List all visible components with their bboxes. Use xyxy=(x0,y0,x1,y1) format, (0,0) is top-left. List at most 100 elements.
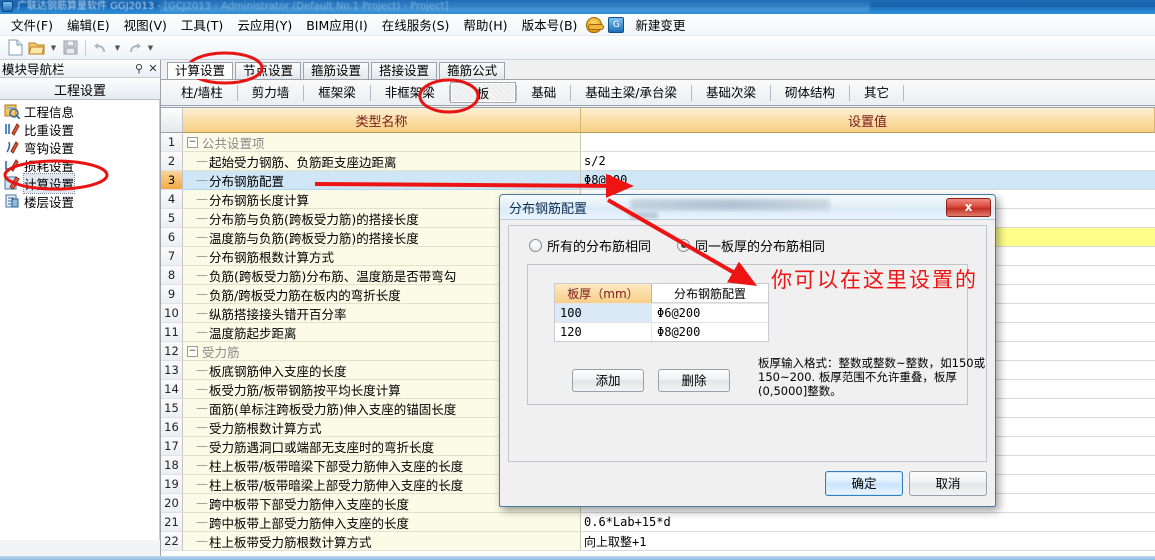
dialog-titlebar: 分布钢筋配置 x xyxy=(500,195,995,220)
row-number[interactable]: 3 xyxy=(161,171,183,190)
tree-collapse-icon[interactable]: − xyxy=(187,345,198,357)
row-number[interactable]: 20 xyxy=(161,494,183,513)
cancel-button[interactable]: 取消 xyxy=(909,471,987,496)
tree-branch-icon: — xyxy=(196,382,208,396)
menu-bim[interactable]: BIM应用(I) xyxy=(299,13,375,36)
menu-cloud[interactable]: 云应用(Y) xyxy=(230,13,299,36)
open-dropdown-icon[interactable]: ▼ xyxy=(48,38,59,58)
row-number[interactable]: 5 xyxy=(161,209,183,228)
table-row[interactable]: 120 Φ8@200 xyxy=(555,322,768,341)
row-number[interactable]: 10 xyxy=(161,304,183,323)
row-number[interactable]: 15 xyxy=(161,399,183,418)
row-number[interactable]: 19 xyxy=(161,475,183,494)
row-number[interactable]: 12 xyxy=(161,342,183,361)
tab-slab[interactable]: 板 xyxy=(449,82,517,103)
grid-row[interactable]: 1− 公共设置项 xyxy=(161,133,1155,152)
row-number[interactable]: 22 xyxy=(161,532,183,551)
tree-collapse-icon[interactable]: − xyxy=(187,136,198,148)
row-number[interactable]: 4 xyxy=(161,190,183,209)
cell-setting-value[interactable]: 向上取整+1 xyxy=(581,532,1155,551)
tab-foundation-secondary-beam[interactable]: 基础次梁 xyxy=(692,82,770,103)
sidebar-item-floor-settings[interactable]: 楼层设置 xyxy=(0,192,159,210)
cell-setting-value[interactable] xyxy=(581,133,1155,152)
radio-all-same[interactable] xyxy=(529,238,542,252)
close-icon[interactable]: ✕ xyxy=(146,62,160,75)
undo-icon[interactable] xyxy=(90,38,112,58)
menu-bar: 文件(F) 编辑(E) 视图(V) 工具(T) 云应用(Y) BIM应用(I) … xyxy=(0,14,1155,36)
cell-setting-value[interactable]: Φ8@200 xyxy=(581,171,1155,190)
tab-shear-wall[interactable]: 剪力墙 xyxy=(238,82,304,103)
grid-row[interactable]: 3 — 分布钢筋配置 Φ8@200 xyxy=(161,171,1155,190)
pin-icon[interactable]: ⚲ xyxy=(132,62,146,75)
save-icon[interactable] xyxy=(59,38,81,58)
row-label: 分布钢筋配置 xyxy=(209,173,285,189)
menu-view[interactable]: 视图(V) xyxy=(117,13,174,36)
cell-setting-value[interactable]: 0.6*Lab+15*d xyxy=(581,513,1155,532)
sidebar-item-weight-settings[interactable]: 比重设置 xyxy=(0,120,159,138)
row-number[interactable]: 14 xyxy=(161,380,183,399)
row-label: 起始受力钢筋、负筋距支座边距离 xyxy=(209,154,397,170)
row-number[interactable]: 21 xyxy=(161,513,183,532)
sidebar-item-project-info[interactable]: 工程信息 xyxy=(0,102,159,120)
glodon-icon[interactable]: G xyxy=(608,16,626,34)
menu-online-service[interactable]: 在线服务(S) xyxy=(375,13,457,36)
add-button[interactable]: 添加 xyxy=(572,369,644,392)
row-number[interactable]: 8 xyxy=(161,266,183,285)
dialog-title: 分布钢筋配置 xyxy=(509,201,588,217)
row-number[interactable]: 13 xyxy=(161,361,183,380)
row-number[interactable]: 7 xyxy=(161,247,183,266)
tab-frame-beam[interactable]: 框架梁 xyxy=(304,82,370,103)
new-file-icon[interactable] xyxy=(4,38,26,58)
menu-help[interactable]: 帮助(H) xyxy=(456,13,514,36)
tab-stirrup-settings[interactable]: 箍筋设置 xyxy=(303,62,370,79)
row-number[interactable]: 2 xyxy=(161,152,183,171)
grid-row[interactable]: 2— 起始受力钢筋、负筋距支座边距离 s/2 xyxy=(161,152,1155,171)
tab-non-frame-beam[interactable]: 非框架梁 xyxy=(371,82,449,103)
tab-stirrup-formula[interactable]: 箍筋公式 xyxy=(439,62,506,79)
sidebar-item-label: 计算设置 xyxy=(22,172,76,194)
row-number[interactable]: 1 xyxy=(161,133,183,152)
row-number[interactable]: 18 xyxy=(161,456,183,475)
open-file-icon[interactable] xyxy=(26,38,48,58)
dialog-close-button[interactable]: x xyxy=(946,198,991,217)
grid-row[interactable]: 22— 柱上板带受力筋根数计算方式 向上取整+1 xyxy=(161,532,1155,551)
redo-icon[interactable] xyxy=(123,38,145,58)
tab-node-settings[interactable]: 节点设置 xyxy=(235,62,302,79)
menu-edit[interactable]: 编辑(E) xyxy=(60,13,117,36)
sidebar-item-calc-settings[interactable]: 计算设置 xyxy=(0,172,159,194)
helmet-icon[interactable] xyxy=(586,16,605,34)
menu-version[interactable]: 版本号(B) xyxy=(515,13,585,36)
table-row[interactable]: 100 Φ6@200 xyxy=(555,303,768,322)
row-number[interactable]: 6 xyxy=(161,228,183,247)
row-label: 受力筋 xyxy=(202,344,240,360)
grid-row[interactable]: 21— 跨中板带上部受力筋伸入支座的长度 0.6*Lab+15*d xyxy=(161,513,1155,532)
row-label: 温度筋与负筋(跨板受力筋)的搭接长度 xyxy=(209,230,419,246)
tab-others[interactable]: 其它 xyxy=(850,82,903,103)
row-number[interactable]: 11 xyxy=(161,323,183,342)
cell-thickness: 100 xyxy=(555,304,652,322)
ok-button[interactable]: 确定 xyxy=(825,471,903,496)
tab-masonry-structure[interactable]: 砌体结构 xyxy=(771,82,849,103)
row-number[interactable]: 9 xyxy=(161,285,183,304)
rebar-distribution-dialog: 分布钢筋配置 x 所有的分布筋相同 同一板厚的分布筋相同 板厚（mm） 分布钢筋… xyxy=(499,194,996,507)
redo-dropdown-icon[interactable]: ▼ xyxy=(145,38,156,58)
row-label: 受力筋遇洞口或端部无支座时的弯折长度 xyxy=(209,439,435,455)
sidebar-item-hook-settings[interactable]: 弯钩设置 xyxy=(0,138,159,156)
menu-file[interactable]: 文件(F) xyxy=(4,13,60,36)
sidebar-item-loss-settings[interactable]: 损耗设置 xyxy=(0,156,159,174)
delete-button[interactable]: 删除 xyxy=(658,369,730,392)
row-number[interactable]: 16 xyxy=(161,418,183,437)
tab-calculation-settings[interactable]: 计算设置 xyxy=(167,62,234,79)
tab-column-wallcolumn[interactable]: 柱/墙柱 xyxy=(167,82,237,103)
row-number[interactable]: 17 xyxy=(161,437,183,456)
tree-branch-icon: — xyxy=(196,173,208,187)
tab-foundation-main-beam[interactable]: 基础主梁/承台梁 xyxy=(571,82,691,103)
new-change-button[interactable]: 新建变更 xyxy=(628,13,692,36)
cell-setting-value[interactable]: s/2 xyxy=(581,152,1155,171)
menu-tools[interactable]: 工具(T) xyxy=(174,13,230,36)
undo-dropdown-icon[interactable]: ▼ xyxy=(112,38,123,58)
tab-foundation[interactable]: 基础 xyxy=(517,82,570,103)
tab-lap-settings[interactable]: 搭接设置 xyxy=(371,62,438,79)
row-label: 分布钢筋根数计算方式 xyxy=(209,249,335,265)
radio-same-thickness[interactable] xyxy=(677,238,691,252)
